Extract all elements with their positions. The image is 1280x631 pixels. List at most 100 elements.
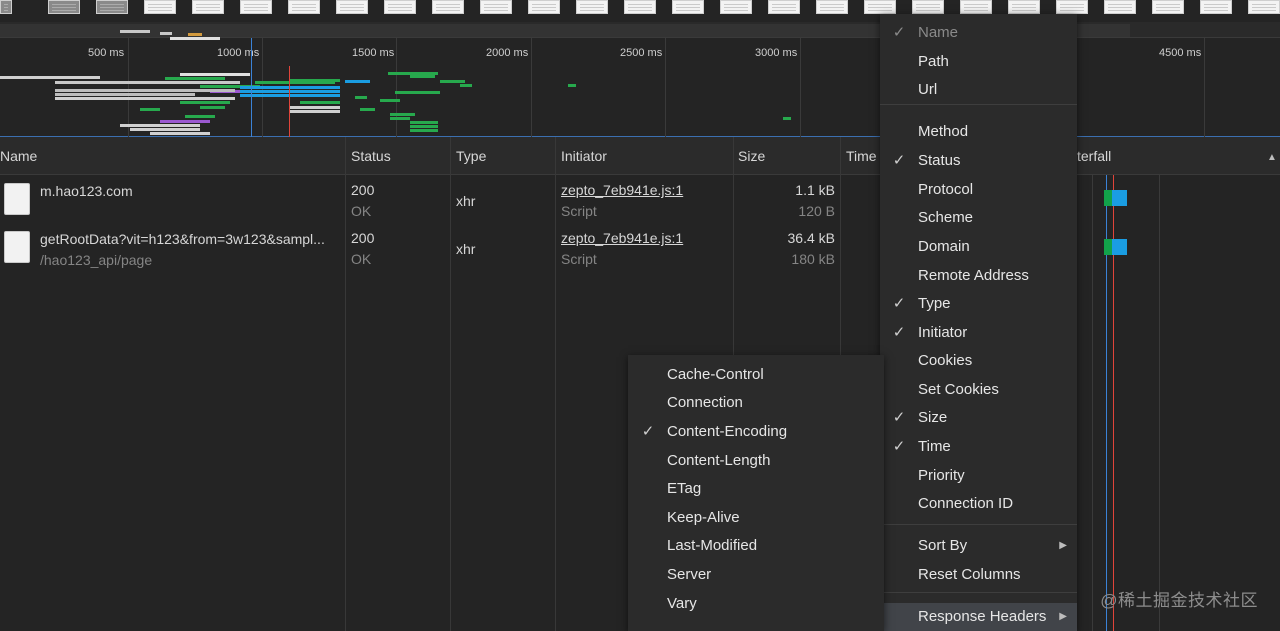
column-header-time[interactable]: Time [846,137,877,175]
menu-separator [880,524,1077,525]
column-menu-item[interactable]: ✓ Type [880,290,1077,318]
response-header-item-label: Content-Length [667,452,771,469]
column-menu-item[interactable]: Sort By ▶ [880,532,1077,560]
filmstrip-frame[interactable] [960,0,992,14]
filmstrip-frame[interactable] [768,0,800,14]
column-header-waterfall[interactable]: terfall [1077,137,1111,175]
column-header-status[interactable]: Status [351,137,391,175]
column-menu-item[interactable]: Response Headers ▶ [880,603,1077,631]
column-menu-item-label: Method [918,123,969,140]
filmstrip-frame[interactable] [0,0,12,14]
filmstrip-frame[interactable] [1248,0,1280,14]
response-header-item[interactable]: Cache-Control [628,361,884,389]
overview-request-bar [290,79,340,82]
filmstrip-frame[interactable] [240,0,272,14]
response-header-item[interactable]: Last-Modified [628,532,884,560]
column-menu-item[interactable]: ✓ Initiator [880,319,1077,347]
column-header-type[interactable]: Type [456,137,486,175]
overview-tick-label: 500 ms [88,47,125,59]
initiator-link[interactable]: zepto_7eb941e.js:1 [561,182,683,198]
column-header-name[interactable]: Name [0,137,37,175]
sort-arrow-icon[interactable]: ▲ [1267,152,1277,163]
response-header-item-label: Keep-Alive [667,509,740,526]
checkmark-icon: ✓ [892,438,906,455]
column-menu-item-label: Sort By [918,537,968,554]
filmstrip-frame[interactable] [528,0,560,14]
column-header-size[interactable]: Size [738,137,765,175]
filmstrip-frame[interactable] [48,0,80,14]
filmstrip-frame[interactable] [1104,0,1136,14]
initiator-link[interactable]: zepto_7eb941e.js:1 [561,230,683,246]
column-menu-item[interactable]: Scheme [880,204,1077,232]
column-menu-item-label: Time [918,438,951,455]
column-menu-item[interactable]: Cookies [880,347,1077,375]
column-menu-item[interactable]: ✓ Name [880,19,1077,47]
filmstrip-frame[interactable] [816,0,848,14]
checkmark-icon: ✓ [892,24,906,41]
column-menu-item-label: Type [918,295,951,312]
filmstrip-frame[interactable] [480,0,512,14]
response-header-item-label: Content-Encoding [667,423,788,440]
overview-tick-label: 2500 ms [620,47,663,59]
response-header-item[interactable]: Connection [628,389,884,417]
column-menu-item[interactable]: Priority [880,462,1077,490]
file-icon [4,183,30,215]
column-menu-item[interactable]: Connection ID [880,490,1077,518]
column-menu-item[interactable]: Url [880,76,1077,104]
overview-request-bar [165,77,225,80]
filmstrip-frame[interactable] [288,0,320,14]
status-code: 200 [351,230,375,246]
column-menu-item[interactable]: Set Cookies [880,376,1077,404]
column-menu-item[interactable]: Reset Columns [880,561,1077,589]
column-menu-item[interactable]: Protocol [880,176,1077,204]
filmstrip-frame[interactable] [720,0,752,14]
column-context-menu: ✓ Name Path Url Method ✓ Status Protocol Scheme D… [880,14,1077,631]
filmstrip-frame[interactable] [144,0,176,14]
response-header-item[interactable]: Keep-Alive [628,504,884,532]
overview-request-bar [160,32,172,35]
filmstrip-frame[interactable] [1200,0,1232,14]
column-menu-item[interactable]: Path [880,48,1077,76]
column-menu-item[interactable]: Remote Address [880,262,1077,290]
column-header-initiator[interactable]: Initiator [561,137,607,175]
response-header-item[interactable]: Server [628,561,884,589]
response-header-item-label: Server [667,566,712,583]
filmstrip-frame[interactable] [1056,0,1088,14]
overview-gridline [800,38,801,137]
column-menu-item[interactable]: ✓ Size [880,404,1077,432]
filmstrip-frame[interactable] [1008,0,1040,14]
filmstrip-frame[interactable] [336,0,368,14]
overview-request-bar [55,93,195,96]
filmstrip-frame[interactable] [672,0,704,14]
response-header-item[interactable]: ETag [628,475,884,503]
response-header-item[interactable]: Content-Length [628,447,884,475]
column-menu-item[interactable]: Domain [880,233,1077,261]
resource-size: 120 B [798,203,835,219]
column-menu-item[interactable]: ✓ Status [880,147,1077,175]
response-header-item-label: Cache-Control [667,366,764,383]
filmstrip-frame[interactable] [624,0,656,14]
filmstrip-frame[interactable] [1152,0,1184,14]
overview-gridline [128,38,129,137]
filmstrip-frame[interactable] [576,0,608,14]
response-header-item[interactable]: Vary [628,590,884,618]
filmstrip-frame[interactable] [192,0,224,14]
overview-request-bar [140,108,160,111]
filmstrip-frame[interactable] [912,0,944,14]
column-menu-item-label: Initiator [918,324,968,341]
filmstrip-frame[interactable] [384,0,416,14]
response-header-item-label: Connection [667,394,743,411]
overview-gridline [396,38,397,137]
filmstrip-frame[interactable] [864,0,896,14]
filmstrip-frame[interactable] [96,0,128,14]
filmstrip-frame[interactable] [432,0,464,14]
table-row[interactable]: m.hao123.com 200 OK xhr zepto_7eb941e.js… [0,177,1280,225]
table-row[interactable]: getRootData?vit=h123&from=3w123&sampl...… [0,225,1280,273]
response-header-item[interactable]: ✓ Content-Encoding [628,418,884,446]
column-menu-item[interactable]: Method [880,118,1077,146]
status-text: OK [351,203,372,219]
column-menu-item-label: Reset Columns [918,566,1021,583]
column-menu-item[interactable]: ✓ Time [880,433,1077,461]
checkmark-icon: ✓ [892,324,906,341]
network-overview[interactable]: 500 ms 1000 ms 1500 ms 2000 ms 2500 ms 3… [0,30,1280,137]
